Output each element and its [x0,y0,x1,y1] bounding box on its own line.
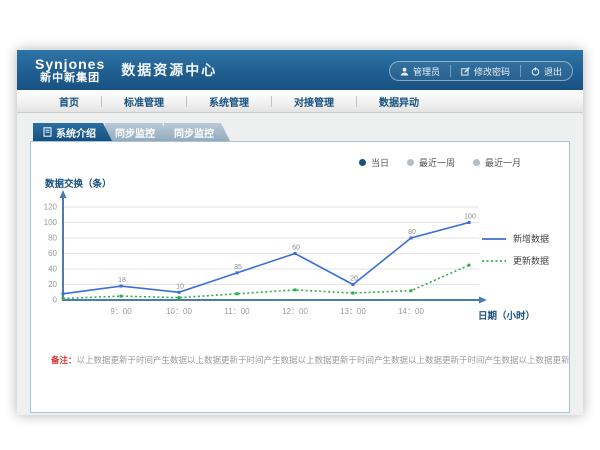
svg-text:35: 35 [234,264,242,271]
svg-text:10：00: 10：00 [166,307,192,316]
svg-text:80: 80 [408,229,416,236]
page-body: 系统介绍同步监控同步监控 当日最近一周最近一月 数据交换（条） 02040608… [17,113,583,415]
tab-2[interactable]: 同步监控 [164,123,230,141]
edit-icon [461,67,470,76]
svg-text:100: 100 [464,214,476,221]
change-password-label: 修改密码 [474,65,510,78]
nav-item-3[interactable]: 对接管理 [272,94,356,109]
svg-text:11：00: 11：00 [224,307,250,316]
nav-item-2[interactable]: 系统管理 [187,94,271,109]
nav-item-4[interactable]: 数据异动 [357,94,441,109]
logo-company-name: 新中新集团 [35,73,105,84]
change-password-button[interactable]: 修改密码 [450,65,520,77]
user-label: 管理员 [413,65,440,78]
tab-bar: 系统介绍 同步监控 同步监控 [33,123,223,141]
svg-text:9：00: 9：00 [110,307,132,316]
svg-text:20: 20 [48,280,57,289]
footer-note-text: 以上数据更新于时间产生数据以上数据更新于时间产生数据以上数据更新于时间产生数据以… [77,355,569,365]
tab-label: 同步监控 [174,125,214,140]
nav-item-1[interactable]: 标准管理 [102,94,186,109]
power-icon [531,67,540,76]
user-icon [400,67,409,76]
user-menu-button[interactable]: 管理员 [390,65,450,77]
legend-label: 更新数据 [513,254,549,267]
range-option-label: 当日 [371,156,389,169]
legend-item-1: 更新数据 [482,254,549,267]
range-option-label: 最近一月 [485,156,521,169]
svg-text:10: 10 [176,283,184,290]
company-logo: Synjones 新中新集团 [35,57,105,84]
radio-dot-icon [359,159,366,166]
page-title: 数据资源中心 [121,60,217,80]
logout-button[interactable]: 退出 [520,65,572,77]
svg-text:0: 0 [53,296,58,305]
logo-brand-text: Synjones [35,57,105,71]
tab-label: 系统介绍 [56,125,96,140]
range-option-0[interactable]: 当日 [359,156,389,169]
logout-label: 退出 [544,65,562,78]
legend-label: 新增数据 [513,232,549,245]
svg-text:13：00: 13：00 [340,307,366,316]
svg-text:60: 60 [48,249,57,258]
svg-text:60: 60 [292,245,300,252]
svg-text:40: 40 [48,265,57,274]
tab-1[interactable]: 同步监控 [105,123,171,141]
tab-0[interactable]: 系统介绍 [33,123,112,141]
radio-dot-icon [473,159,480,166]
nav-menu: 首页标准管理系统管理对接管理数据异动 [17,90,583,113]
svg-text:12：00: 12：00 [282,307,308,316]
legend-line-icon [482,258,506,264]
range-filter: 当日 最近一周 最近一月 [359,156,521,169]
radio-dot-icon [407,159,414,166]
user-toolbar: 管理员 修改密码 退出 [389,61,573,81]
footer-note: 备注：以上数据更新于时间产生数据以上数据更新于时间产生数据以上数据更新于时间产生… [31,354,569,366]
svg-text:20: 20 [350,276,358,283]
svg-text:100: 100 [44,218,58,227]
nav-item-0[interactable]: 首页 [37,94,101,109]
range-option-label: 最近一周 [419,156,455,169]
x-axis-title: 日期（小时） [478,308,535,322]
footer-note-prefix: 备注： [51,355,77,365]
range-option-2[interactable]: 最近一月 [473,156,521,169]
content-panel: 当日最近一周最近一月 数据交换（条） 0204060801001209：0010… [30,141,570,413]
tab-label: 同步监控 [115,125,155,140]
chart-area: 0 20 40 60 80 100 120 9：00 10：00 11：00 12：00 13：00 1… [31,188,501,325]
legend-item-0: 新增数据 [482,232,549,245]
app-header: Synjones 新中新集团 数据资源中心 管理员 修改密码 [17,50,583,90]
svg-text:80: 80 [48,234,57,243]
svg-text:18: 18 [118,277,126,284]
line-chart: 0 20 40 60 80 100 120 9：00 10：00 11：00 12：00 13：00 1… [31,188,501,320]
svg-text:14：00: 14：00 [398,307,424,316]
chart-legend: 新增数据更新数据 [482,232,549,267]
legend-line-icon [482,236,506,242]
svg-text:120: 120 [44,203,58,212]
doc-icon [43,127,52,137]
app-window: Synjones 新中新集团 数据资源中心 管理员 修改密码 [17,50,583,415]
range-option-1[interactable]: 最近一周 [407,156,455,169]
